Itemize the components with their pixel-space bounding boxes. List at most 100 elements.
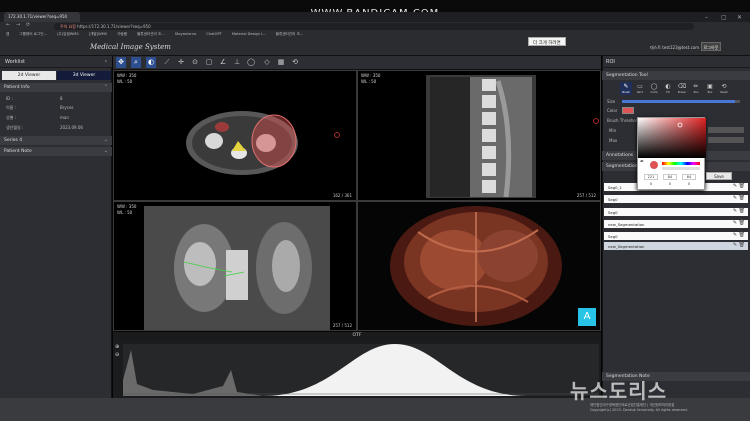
save-button[interactable]: Save bbox=[706, 172, 732, 180]
segment-name: Seg0_1 bbox=[608, 184, 622, 190]
reset-view-icon[interactable]: ⟲ bbox=[290, 57, 300, 68]
viewport-3d[interactable]: A bbox=[357, 201, 601, 331]
tab-title: 172.30.1.71/viewer?seq=950 bbox=[8, 14, 68, 19]
patient-note-section[interactable]: Patient Note ⌄ bbox=[0, 147, 112, 156]
trash-icon[interactable]: 🗑 bbox=[739, 232, 745, 238]
color-picker-popup[interactable]: ✒ 221 84 84 0 0 0 bbox=[637, 117, 706, 190]
hex-b[interactable]: 0 bbox=[682, 182, 696, 188]
segment-row[interactable]: new_Segmentation ✎ 🗑 bbox=[604, 242, 748, 250]
bookmark-item[interactable]: 물류센터관리 조... bbox=[276, 32, 304, 36]
measure-tool-icon[interactable]: ⟋ bbox=[162, 57, 172, 68]
edit-icon[interactable]: ✎ bbox=[733, 232, 737, 238]
segment-row[interactable]: new_Segmentation ✎ 🗑 bbox=[604, 220, 748, 228]
window-level-icon[interactable]: ◐ bbox=[146, 57, 156, 68]
add-point-icon[interactable]: ⊕ bbox=[115, 344, 119, 350]
seg-tool-fill[interactable]: ◐ Fill bbox=[662, 82, 674, 95]
bookmark-item[interactable]: 가람쌤 bbox=[117, 32, 127, 36]
edit-icon[interactable]: ✎ bbox=[733, 242, 737, 248]
color-swatch[interactable] bbox=[622, 107, 634, 114]
color-label: Color bbox=[607, 108, 618, 113]
series-label: Series 4 bbox=[4, 138, 23, 143]
edit-icon[interactable]: ✎ bbox=[733, 195, 737, 201]
trash-icon[interactable]: 🗑 bbox=[739, 208, 745, 214]
crosshair-icon[interactable]: ✛ bbox=[176, 57, 186, 68]
bookmark-item[interactable]: 물류센터관리 조... bbox=[137, 32, 165, 36]
orientation-badge[interactable]: A bbox=[578, 308, 596, 326]
viewport-axial[interactable]: WW : 350 WL : 50 162 / 361 bbox=[113, 70, 357, 201]
edit-icon[interactable]: ✎ bbox=[733, 208, 737, 214]
patient-info-section[interactable]: Patient Info ⌃ bbox=[0, 83, 112, 92]
viewport-sagittal[interactable]: WW : 350 WL : 50 257 / 512 bbox=[357, 70, 601, 201]
seg-tool-box[interactable]: ▣ Box bbox=[704, 82, 716, 95]
logout-button[interactable]: 로그아웃 bbox=[701, 42, 721, 51]
segment-row[interactable]: Seg0 ✎ 🗑 bbox=[604, 208, 748, 216]
viewer-3d-button[interactable]: 3d Viewer bbox=[57, 71, 111, 80]
seg-tool-reset[interactable]: ⟲ Reset bbox=[718, 82, 730, 95]
edit-icon[interactable]: ✎ bbox=[733, 220, 737, 226]
bookmark-item[interactable]: 앱 bbox=[6, 32, 9, 36]
red-input[interactable]: 221 bbox=[644, 174, 658, 180]
otf-histogram[interactable]: ⊕ ⊖ bbox=[113, 340, 601, 398]
sagittal-ct-image bbox=[426, 75, 599, 198]
trash-icon[interactable]: 🗑 bbox=[739, 220, 745, 226]
segment-row[interactable]: Seg0 ✎ 🗑 bbox=[604, 232, 748, 240]
bookmark-item[interactable]: 그룹웨어 로그인... bbox=[19, 32, 47, 36]
wl-label: WL : 50 bbox=[361, 79, 377, 84]
minimize-icon[interactable]: – bbox=[705, 14, 708, 21]
viewport-coronal[interactable]: WW : 350 WL : 50 257 / 512 bbox=[113, 201, 357, 331]
angle-icon[interactable]: ∠ bbox=[218, 57, 228, 68]
probe-icon[interactable]: ⊙ bbox=[190, 57, 200, 68]
seg-tool-brush[interactable]: ✎ Brush bbox=[620, 82, 632, 95]
hex-r[interactable]: 0 bbox=[644, 182, 658, 188]
segment-name: new_Segmentation bbox=[608, 243, 645, 249]
reload-icon[interactable]: ⟳ bbox=[26, 22, 30, 28]
bookmark-item[interactable]: Material Design I... bbox=[232, 32, 266, 36]
series-section[interactable]: Series 4 ⌄ bbox=[0, 136, 112, 145]
maximize-icon[interactable]: ▢ bbox=[721, 14, 727, 21]
length-icon[interactable]: ⊥ bbox=[232, 57, 242, 68]
hex-g[interactable]: 0 bbox=[663, 182, 677, 188]
rectangle-roi-icon[interactable]: ▢ bbox=[204, 57, 214, 68]
segment-name: new_Segmentation bbox=[608, 221, 645, 227]
back-icon[interactable]: ← bbox=[6, 22, 10, 28]
edit-icon[interactable]: ✎ bbox=[733, 183, 737, 189]
seg-tool-rect[interactable]: ▭ Rect bbox=[634, 82, 646, 95]
trash-icon[interactable]: 🗑 bbox=[739, 195, 745, 201]
bookmark-item[interactable]: [개발]WMS bbox=[89, 32, 107, 36]
seg-tool-circle[interactable]: ◯ Circle bbox=[648, 82, 660, 95]
min-input[interactable] bbox=[708, 127, 744, 133]
pan-tool-icon[interactable]: ✥ bbox=[116, 57, 126, 68]
worklist-header[interactable]: Worklist ‹ bbox=[0, 56, 112, 68]
size-slider[interactable] bbox=[622, 100, 740, 103]
ellipse-roi-icon[interactable]: ◯ bbox=[246, 57, 256, 68]
app-title: Medical Image System bbox=[90, 43, 171, 51]
browser-tab[interactable]: 172.30.1.71/viewer?seq=950 bbox=[4, 12, 80, 22]
viewer-2d-button[interactable]: 2d Viewer bbox=[2, 71, 56, 80]
collapse-icon[interactable]: ‹ bbox=[105, 58, 107, 65]
green-input[interactable]: 84 bbox=[663, 174, 677, 180]
coronal-ct-image bbox=[144, 206, 330, 330]
seg-tool-eraser[interactable]: ⌫ Eraser bbox=[676, 82, 688, 95]
segment-row[interactable]: Seg0 ✎ 🗑 bbox=[604, 195, 748, 203]
bookmark-item[interactable]: Stoyanlerno bbox=[175, 32, 197, 36]
color-picker-canvas bbox=[638, 118, 706, 170]
invert-icon[interactable]: ▦ bbox=[276, 57, 286, 68]
url-input[interactable]: 주의 요함 https://172.30.1.71/viewer?seq=950 bbox=[54, 22, 694, 30]
circle-icon: ◯ bbox=[650, 83, 658, 90]
blue-input[interactable]: 84 bbox=[682, 174, 696, 180]
eyedropper-icon[interactable]: ✒ bbox=[640, 159, 644, 165]
seg-tool-pen[interactable]: ✏ Pen bbox=[690, 82, 702, 95]
max-input[interactable] bbox=[708, 137, 744, 143]
segment-actions: ✎ 🗑 bbox=[733, 232, 745, 238]
forward-icon[interactable]: → bbox=[16, 22, 20, 28]
remove-point-icon[interactable]: ⊖ bbox=[115, 352, 119, 358]
freehand-icon[interactable]: ◇ bbox=[262, 57, 272, 68]
rect-icon: ▭ bbox=[637, 83, 643, 90]
trash-icon[interactable]: 🗑 bbox=[739, 242, 745, 248]
close-icon[interactable]: ✕ bbox=[737, 14, 742, 21]
bookmark-item[interactable]: ChatGPT bbox=[206, 32, 222, 36]
zoom-tool-icon[interactable]: ⌕ bbox=[131, 57, 141, 68]
bookmark-item[interactable]: (주)입점WMS bbox=[57, 32, 79, 36]
patient-info-label: Patient Info bbox=[4, 85, 30, 90]
trash-icon[interactable]: 🗑 bbox=[739, 183, 745, 189]
